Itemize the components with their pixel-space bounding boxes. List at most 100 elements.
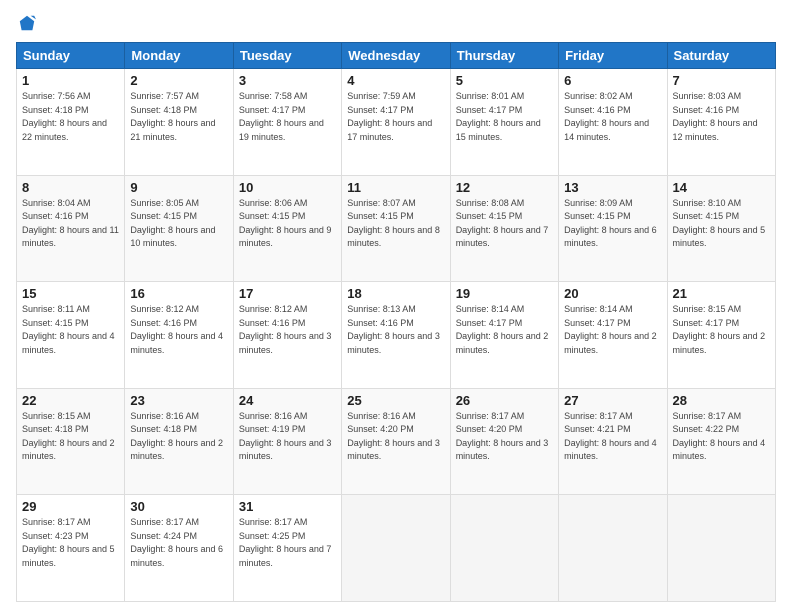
calendar-day-cell: 8 Sunrise: 8:04 AMSunset: 4:16 PMDayligh… bbox=[17, 175, 125, 282]
calendar-day-cell: 2 Sunrise: 7:57 AMSunset: 4:18 PMDayligh… bbox=[125, 69, 233, 176]
day-number: 22 bbox=[22, 393, 119, 408]
day-number: 28 bbox=[673, 393, 770, 408]
calendar-day-cell: 19 Sunrise: 8:14 AMSunset: 4:17 PMDaylig… bbox=[450, 282, 558, 389]
calendar-header-saturday: Saturday bbox=[667, 43, 775, 69]
calendar-week-row: 1 Sunrise: 7:56 AMSunset: 4:18 PMDayligh… bbox=[17, 69, 776, 176]
calendar-header-monday: Monday bbox=[125, 43, 233, 69]
calendar-day-cell bbox=[667, 495, 775, 602]
day-number: 5 bbox=[456, 73, 553, 88]
day-detail: Sunrise: 7:58 AMSunset: 4:17 PMDaylight:… bbox=[239, 91, 324, 142]
calendar-week-row: 22 Sunrise: 8:15 AMSunset: 4:18 PMDaylig… bbox=[17, 388, 776, 495]
logo-icon bbox=[18, 14, 36, 32]
day-number: 18 bbox=[347, 286, 444, 301]
day-number: 8 bbox=[22, 180, 119, 195]
day-detail: Sunrise: 8:11 AMSunset: 4:15 PMDaylight:… bbox=[22, 304, 115, 355]
day-number: 9 bbox=[130, 180, 227, 195]
day-number: 20 bbox=[564, 286, 661, 301]
day-detail: Sunrise: 8:12 AMSunset: 4:16 PMDaylight:… bbox=[239, 304, 332, 355]
calendar-table: SundayMondayTuesdayWednesdayThursdayFrid… bbox=[16, 42, 776, 602]
day-number: 7 bbox=[673, 73, 770, 88]
calendar-body: 1 Sunrise: 7:56 AMSunset: 4:18 PMDayligh… bbox=[17, 69, 776, 602]
calendar-day-cell: 10 Sunrise: 8:06 AMSunset: 4:15 PMDaylig… bbox=[233, 175, 341, 282]
calendar-day-cell: 22 Sunrise: 8:15 AMSunset: 4:18 PMDaylig… bbox=[17, 388, 125, 495]
calendar-week-row: 8 Sunrise: 8:04 AMSunset: 4:16 PMDayligh… bbox=[17, 175, 776, 282]
calendar-day-cell: 9 Sunrise: 8:05 AMSunset: 4:15 PMDayligh… bbox=[125, 175, 233, 282]
calendar-header-thursday: Thursday bbox=[450, 43, 558, 69]
day-number: 23 bbox=[130, 393, 227, 408]
calendar-day-cell: 11 Sunrise: 8:07 AMSunset: 4:15 PMDaylig… bbox=[342, 175, 450, 282]
day-detail: Sunrise: 8:16 AMSunset: 4:18 PMDaylight:… bbox=[130, 411, 223, 462]
calendar-day-cell: 18 Sunrise: 8:13 AMSunset: 4:16 PMDaylig… bbox=[342, 282, 450, 389]
calendar-day-cell bbox=[342, 495, 450, 602]
day-detail: Sunrise: 8:17 AMSunset: 4:22 PMDaylight:… bbox=[673, 411, 766, 462]
calendar-day-cell: 3 Sunrise: 7:58 AMSunset: 4:17 PMDayligh… bbox=[233, 69, 341, 176]
calendar-day-cell: 21 Sunrise: 8:15 AMSunset: 4:17 PMDaylig… bbox=[667, 282, 775, 389]
calendar-day-cell: 17 Sunrise: 8:12 AMSunset: 4:16 PMDaylig… bbox=[233, 282, 341, 389]
day-number: 2 bbox=[130, 73, 227, 88]
day-number: 26 bbox=[456, 393, 553, 408]
calendar-day-cell: 30 Sunrise: 8:17 AMSunset: 4:24 PMDaylig… bbox=[125, 495, 233, 602]
day-detail: Sunrise: 8:16 AMSunset: 4:20 PMDaylight:… bbox=[347, 411, 440, 462]
day-detail: Sunrise: 8:17 AMSunset: 4:24 PMDaylight:… bbox=[130, 517, 223, 568]
day-number: 3 bbox=[239, 73, 336, 88]
day-detail: Sunrise: 8:16 AMSunset: 4:19 PMDaylight:… bbox=[239, 411, 332, 462]
day-number: 15 bbox=[22, 286, 119, 301]
calendar-header-sunday: Sunday bbox=[17, 43, 125, 69]
calendar-day-cell: 26 Sunrise: 8:17 AMSunset: 4:20 PMDaylig… bbox=[450, 388, 558, 495]
calendar-day-cell: 4 Sunrise: 7:59 AMSunset: 4:17 PMDayligh… bbox=[342, 69, 450, 176]
calendar-day-cell bbox=[450, 495, 558, 602]
day-number: 31 bbox=[239, 499, 336, 514]
day-number: 11 bbox=[347, 180, 444, 195]
day-detail: Sunrise: 8:17 AMSunset: 4:23 PMDaylight:… bbox=[22, 517, 115, 568]
calendar-day-cell: 14 Sunrise: 8:10 AMSunset: 4:15 PMDaylig… bbox=[667, 175, 775, 282]
day-detail: Sunrise: 8:07 AMSunset: 4:15 PMDaylight:… bbox=[347, 198, 440, 249]
day-detail: Sunrise: 8:08 AMSunset: 4:15 PMDaylight:… bbox=[456, 198, 549, 249]
day-detail: Sunrise: 8:13 AMSunset: 4:16 PMDaylight:… bbox=[347, 304, 440, 355]
day-detail: Sunrise: 8:09 AMSunset: 4:15 PMDaylight:… bbox=[564, 198, 657, 249]
day-number: 25 bbox=[347, 393, 444, 408]
calendar-header-row: SundayMondayTuesdayWednesdayThursdayFrid… bbox=[17, 43, 776, 69]
calendar-day-cell: 27 Sunrise: 8:17 AMSunset: 4:21 PMDaylig… bbox=[559, 388, 667, 495]
calendar-day-cell: 5 Sunrise: 8:01 AMSunset: 4:17 PMDayligh… bbox=[450, 69, 558, 176]
day-detail: Sunrise: 8:04 AMSunset: 4:16 PMDaylight:… bbox=[22, 198, 119, 249]
day-number: 14 bbox=[673, 180, 770, 195]
day-number: 17 bbox=[239, 286, 336, 301]
calendar-week-row: 29 Sunrise: 8:17 AMSunset: 4:23 PMDaylig… bbox=[17, 495, 776, 602]
calendar-day-cell: 12 Sunrise: 8:08 AMSunset: 4:15 PMDaylig… bbox=[450, 175, 558, 282]
calendar-day-cell: 23 Sunrise: 8:16 AMSunset: 4:18 PMDaylig… bbox=[125, 388, 233, 495]
day-detail: Sunrise: 8:15 AMSunset: 4:17 PMDaylight:… bbox=[673, 304, 766, 355]
calendar-header-friday: Friday bbox=[559, 43, 667, 69]
calendar-day-cell: 15 Sunrise: 8:11 AMSunset: 4:15 PMDaylig… bbox=[17, 282, 125, 389]
day-detail: Sunrise: 7:59 AMSunset: 4:17 PMDaylight:… bbox=[347, 91, 432, 142]
day-detail: Sunrise: 8:15 AMSunset: 4:18 PMDaylight:… bbox=[22, 411, 115, 462]
calendar-week-row: 15 Sunrise: 8:11 AMSunset: 4:15 PMDaylig… bbox=[17, 282, 776, 389]
day-detail: Sunrise: 8:10 AMSunset: 4:15 PMDaylight:… bbox=[673, 198, 766, 249]
day-number: 30 bbox=[130, 499, 227, 514]
day-number: 29 bbox=[22, 499, 119, 514]
day-detail: Sunrise: 8:06 AMSunset: 4:15 PMDaylight:… bbox=[239, 198, 332, 249]
day-number: 21 bbox=[673, 286, 770, 301]
day-detail: Sunrise: 8:17 AMSunset: 4:20 PMDaylight:… bbox=[456, 411, 549, 462]
day-detail: Sunrise: 8:02 AMSunset: 4:16 PMDaylight:… bbox=[564, 91, 649, 142]
day-number: 16 bbox=[130, 286, 227, 301]
logo bbox=[16, 16, 36, 32]
day-number: 13 bbox=[564, 180, 661, 195]
day-number: 6 bbox=[564, 73, 661, 88]
calendar-day-cell: 16 Sunrise: 8:12 AMSunset: 4:16 PMDaylig… bbox=[125, 282, 233, 389]
calendar-day-cell: 24 Sunrise: 8:16 AMSunset: 4:19 PMDaylig… bbox=[233, 388, 341, 495]
day-number: 19 bbox=[456, 286, 553, 301]
day-detail: Sunrise: 7:56 AMSunset: 4:18 PMDaylight:… bbox=[22, 91, 107, 142]
day-detail: Sunrise: 8:12 AMSunset: 4:16 PMDaylight:… bbox=[130, 304, 223, 355]
day-detail: Sunrise: 7:57 AMSunset: 4:18 PMDaylight:… bbox=[130, 91, 215, 142]
day-number: 12 bbox=[456, 180, 553, 195]
day-number: 1 bbox=[22, 73, 119, 88]
calendar-day-cell: 25 Sunrise: 8:16 AMSunset: 4:20 PMDaylig… bbox=[342, 388, 450, 495]
calendar-day-cell: 6 Sunrise: 8:02 AMSunset: 4:16 PMDayligh… bbox=[559, 69, 667, 176]
day-number: 10 bbox=[239, 180, 336, 195]
calendar-day-cell bbox=[559, 495, 667, 602]
day-detail: Sunrise: 8:03 AMSunset: 4:16 PMDaylight:… bbox=[673, 91, 758, 142]
day-number: 27 bbox=[564, 393, 661, 408]
calendar-day-cell: 29 Sunrise: 8:17 AMSunset: 4:23 PMDaylig… bbox=[17, 495, 125, 602]
day-detail: Sunrise: 8:14 AMSunset: 4:17 PMDaylight:… bbox=[564, 304, 657, 355]
calendar-day-cell: 28 Sunrise: 8:17 AMSunset: 4:22 PMDaylig… bbox=[667, 388, 775, 495]
